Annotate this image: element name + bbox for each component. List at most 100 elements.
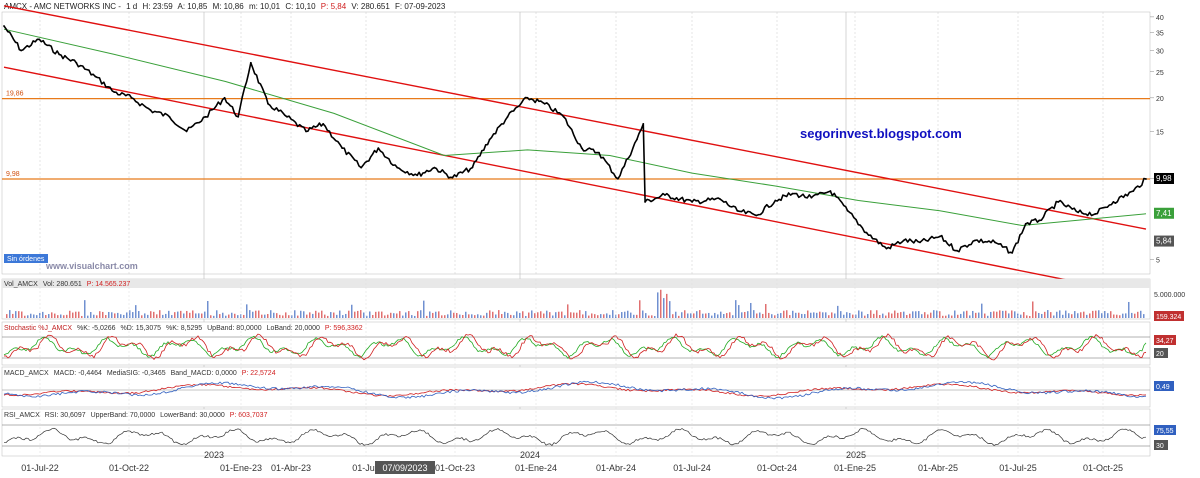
- volume-bar: [741, 312, 743, 318]
- volume-bar: [168, 310, 170, 318]
- volume-bar: [15, 311, 17, 318]
- volume-axis-label: 5.000.000: [1154, 292, 1185, 299]
- volume-bar: [690, 313, 692, 318]
- stochastic-tag-text: 34,27: [1156, 338, 1174, 345]
- volume-bar: [318, 312, 320, 318]
- volume-bar: [420, 310, 422, 318]
- volume-bar: [1083, 311, 1085, 318]
- macd-legend: MACD_AMCX MACD: -0,4464 MediaSIG: -0,346…: [4, 370, 276, 377]
- volume-bar: [993, 311, 995, 318]
- volume-title: Vol_AMCX: [4, 281, 38, 288]
- volume-bar: [135, 305, 137, 318]
- volume-bar: [426, 315, 428, 318]
- volume-bar: [33, 314, 35, 318]
- volume-bar: [396, 313, 398, 318]
- volume-bar: [123, 314, 125, 318]
- volume-bar: [939, 311, 941, 318]
- volume-bar: [984, 313, 986, 318]
- volume-bar: [252, 311, 254, 318]
- volume-bar: [633, 314, 635, 318]
- volume-bar: [837, 305, 839, 318]
- volume-bar: [57, 315, 59, 318]
- volume-bar: [324, 314, 326, 318]
- price-point: [755, 214, 758, 217]
- volume-bar: [438, 311, 440, 318]
- blog-watermark: segorinvest.blogspot.com: [800, 126, 962, 141]
- volume-bar: [87, 315, 89, 318]
- price-point: [360, 166, 363, 169]
- volume-bar: [627, 310, 629, 318]
- volume-bar: [804, 314, 806, 318]
- volume-bar: [417, 311, 419, 318]
- volume-bar: [474, 315, 476, 318]
- price-point: [1038, 219, 1041, 222]
- volume-bar: [813, 312, 815, 318]
- volume-bar: [471, 314, 473, 318]
- volume-bar: [543, 313, 545, 318]
- time-axis-label: 01-Oct-22: [109, 463, 149, 473]
- volume-bar: [1056, 311, 1058, 318]
- volume-bar: [327, 315, 329, 318]
- price-point: [149, 109, 152, 112]
- price-tick-label: 15: [1156, 129, 1164, 136]
- volume-bar: [528, 312, 530, 318]
- time-axis-label: 01-Oct-23: [435, 463, 475, 473]
- volume-bar: [951, 315, 953, 318]
- volume-bar: [513, 315, 515, 318]
- volume-bar: [219, 314, 221, 318]
- volume-bar: [648, 315, 650, 318]
- price-tick-label: 25: [1156, 70, 1164, 77]
- time-label: H: 23:59: [142, 2, 173, 11]
- volume-bar: [96, 315, 98, 318]
- volume-bar: [834, 313, 836, 318]
- volume-bar: [48, 314, 50, 318]
- volume-bar: [798, 312, 800, 318]
- volume-bar: [270, 310, 272, 318]
- volume-bar: [390, 312, 392, 318]
- volume-bar: [762, 313, 764, 318]
- volume-bar: [948, 314, 950, 318]
- date-label: F: 07-09-2023: [395, 2, 446, 11]
- price-point: [305, 130, 307, 133]
- volume-bar: [138, 311, 140, 318]
- rsi-tag2-text: 30: [1156, 443, 1164, 450]
- volume-bar: [483, 315, 485, 318]
- volume-bar: [174, 312, 176, 318]
- volume-bar: [567, 304, 569, 318]
- chart-svg: AMCX - AMC NETWORKS INC - 1 d H: 23:59 A…: [1, 2, 1185, 474]
- resistance-label: 19,86: [6, 91, 24, 98]
- volume-bar: [876, 310, 878, 318]
- volume-bar: [303, 311, 305, 318]
- volume-bar: [687, 313, 689, 318]
- volume-bar: [21, 311, 23, 318]
- time-axis-label: 01-Ene-23: [220, 463, 262, 473]
- volume-bar: [600, 314, 602, 318]
- volume-bar: [1116, 314, 1118, 318]
- rsi-title: RSI_AMCX: [4, 412, 40, 419]
- volume-bar: [972, 310, 974, 318]
- volume-legend: Vol_AMCX Vol: 280.651 P: 14.565.237: [4, 281, 130, 288]
- volume-bar: [117, 312, 119, 318]
- volume-bar: [555, 312, 557, 318]
- volume-bar: [249, 310, 251, 318]
- open-label: A: 10,85: [178, 2, 208, 11]
- volume-bar: [534, 313, 536, 318]
- volume-bar: [654, 315, 656, 318]
- volume-bar: [594, 314, 596, 318]
- price-point: [1024, 222, 1027, 225]
- time-axis-label: 01-Ene-25: [834, 463, 876, 473]
- volume-bar: [213, 315, 215, 318]
- volume-bar: [759, 312, 761, 318]
- support-label: 9,98: [6, 171, 20, 178]
- volume-bar: [1047, 310, 1049, 318]
- volume-bar: [897, 312, 899, 318]
- price-point: [810, 196, 813, 199]
- volume-bar: [684, 310, 686, 318]
- volume-bar: [795, 312, 797, 318]
- volume-bar: [867, 314, 869, 318]
- price-point: [168, 115, 171, 118]
- visualchart-watermark: www.visualchart.com: [45, 261, 138, 271]
- volume-bar: [72, 312, 74, 318]
- volume-bar: [1101, 313, 1103, 318]
- volume-bar: [153, 311, 155, 318]
